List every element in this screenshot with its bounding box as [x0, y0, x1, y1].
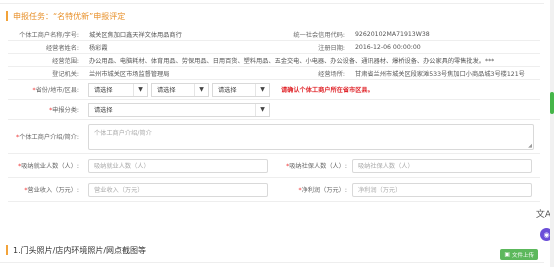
revenue-label-text: 营业收入（万元）: — [27, 187, 79, 194]
section2-title: 1.门头照片/店内环境照片/网点截图等 — [13, 245, 147, 255]
info-row: 经营者姓名: 杨彩霞 注册日期: 2016-12-06 00:00:00 — [8, 41, 540, 54]
intro-textarea[interactable]: 个体工商户介绍/简介 ◢ — [88, 123, 534, 150]
operator-value: 杨彩霞 — [89, 44, 108, 52]
district-select-value: 请选择 — [218, 87, 237, 94]
social-label-text: 吸纳社保人数（人）: — [289, 163, 347, 170]
employ-input[interactable]: 吸纳就业人数（人） — [88, 158, 268, 173]
province-select[interactable]: 请选择 ▼ — [88, 82, 148, 97]
chevron-down-icon: ▼ — [133, 83, 147, 96]
intro-row: *个体工商户介绍/简介: 个体工商户介绍/简介 ◢ — [8, 120, 540, 154]
upload-label: 文件上传 — [511, 252, 534, 259]
authority-label: 登记机关: — [52, 70, 79, 78]
revenue-label: *营业收入（万元）: — [8, 185, 84, 194]
translate-icon[interactable]: 文A — [536, 207, 551, 220]
credit-value: 92620102MA71913W38 — [355, 30, 430, 38]
authority-value: 兰州市城关区市场监督管理局 — [89, 70, 170, 78]
category-select[interactable]: 请选择 ▼ — [88, 102, 270, 117]
city-select-value: 请选择 — [157, 87, 176, 94]
info-form: 个体工商户名称/字号: 城关区焦加口鑫天祥文体用品商行 统一社会信用代码: 92… — [8, 28, 540, 202]
revenue-row: *营业收入（万元）: 营业收入（万元） *净利润（万元）: 净利润（万元） — [8, 178, 540, 202]
header-accent-bar — [6, 245, 8, 255]
region-label-text: 省份/地市/区县: — [35, 87, 79, 94]
task-header: 申报任务：“名特优新”申报评定 — [6, 10, 125, 22]
regdate-value: 2016-12-06 00:00:00 — [355, 43, 421, 51]
region-row: *省份/地市/区县: 请选择 ▼ 请选择 ▼ 请选择 ▼ 请确认个体工商户所在省… — [8, 80, 540, 100]
employ-row: *吸纳就业人数（人）: 吸纳就业人数（人） *吸纳社保人数（人）: 吸纳社保人数… — [8, 154, 540, 178]
city-select[interactable]: 请选择 ▼ — [151, 82, 209, 97]
revenue-input[interactable]: 营业收入（万元） — [88, 182, 268, 197]
name-label: 个体工商户名称/字号: — [19, 31, 79, 39]
profit-input[interactable]: 净利润（万元） — [352, 182, 532, 197]
intro-label-text: 个体工商户介绍/简介: — [19, 134, 79, 141]
category-label: *申报分类: — [8, 105, 84, 114]
chevron-down-icon: ▼ — [194, 83, 208, 96]
scope-value: 办公用品、电脑耗材、体育用品、劳保用品、日用百货、塑料用品、五金交电、小电器、办… — [89, 57, 495, 65]
scrollbar-thumb[interactable] — [550, 92, 554, 114]
scrollbar[interactable] — [550, 0, 554, 267]
category-label-text: 申报分类: — [52, 107, 79, 114]
employ-label-text: 吸纳就业人数（人）: — [21, 163, 79, 170]
place-label: 经营场所: — [318, 70, 345, 78]
region-warning: 请确认个体工商户所在省市区县。 — [281, 87, 374, 94]
profit-label-text: 净利润（万元）: — [301, 187, 347, 194]
operator-label: 经营者姓名: — [45, 44, 79, 52]
social-input[interactable]: 吸纳社保人数（人） — [352, 158, 532, 173]
info-row: 经营范围: 办公用品、电脑耗材、体育用品、劳保用品、日用百货、塑料用品、五金交电… — [8, 54, 540, 67]
category-select-value: 请选择 — [94, 107, 113, 114]
province-select-value: 请选择 — [94, 87, 113, 94]
place-value: 甘肃省兰州市城关区段家滩533号焦加口小商品城3号楼121号 — [355, 70, 525, 78]
region-label: *省份/地市/区县: — [8, 85, 84, 94]
upload-icon: ▣ — [504, 251, 510, 258]
name-value: 城关区焦加口鑫天祥文体用品商行 — [89, 31, 182, 39]
district-select[interactable]: 请选择 ▼ — [212, 82, 270, 97]
regdate-label: 注册日期: — [318, 44, 345, 52]
employ-label: *吸纳就业人数（人）: — [8, 161, 84, 170]
bottom-divider — [0, 262, 544, 263]
upload-button[interactable]: ▣ 文件上传 — [500, 249, 538, 260]
intro-label: *个体工商户介绍/简介: — [8, 132, 84, 141]
employ-placeholder: 吸纳就业人数（人） — [94, 163, 150, 170]
chevron-down-icon: ▼ — [255, 103, 269, 116]
section2-header: 1.门头照片/店内环境照片/网点截图等 — [6, 244, 146, 256]
intro-placeholder: 个体工商户介绍/简介 — [94, 129, 152, 137]
header-accent-bar — [6, 11, 8, 21]
info-row: 登记机关: 兰州市城关区市场监督管理局 经营场所: 甘肃省兰州市城关区段家滩53… — [8, 67, 540, 80]
top-divider — [0, 3, 544, 4]
scope-label: 经营范围: — [52, 57, 79, 65]
social-placeholder: 吸纳社保人数（人） — [358, 163, 414, 170]
credit-label: 统一社会信用代码: — [293, 31, 345, 39]
chevron-down-icon: ▼ — [255, 83, 269, 96]
resize-grip-icon[interactable]: ◢ — [528, 143, 532, 149]
profit-label: *净利润（万元）: — [268, 185, 352, 194]
revenue-placeholder: 营业收入（万元） — [94, 187, 144, 194]
profit-placeholder: 净利润（万元） — [358, 187, 402, 194]
task-title: 申报任务：“名特优新”申报评定 — [13, 11, 126, 21]
category-row: *申报分类: 请选择 ▼ — [8, 100, 540, 120]
info-row: 个体工商户名称/字号: 城关区焦加口鑫天祥文体用品商行 统一社会信用代码: 92… — [8, 28, 540, 41]
social-label: *吸纳社保人数（人）: — [268, 161, 352, 170]
